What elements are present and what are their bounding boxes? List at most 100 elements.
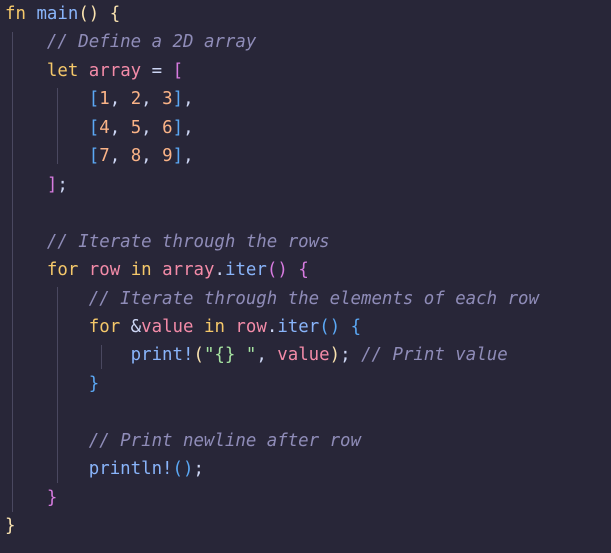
code-token: row xyxy=(235,316,267,337)
code-line[interactable]: } xyxy=(5,484,57,513)
code-editor[interactable]: fn main() { // Define a 2D array let arr… xyxy=(0,0,611,553)
code-line[interactable]: // Print newline after row xyxy=(5,427,361,456)
code-token: , xyxy=(141,89,163,110)
code-token: 2 xyxy=(130,89,142,110)
code-token: ; xyxy=(193,459,204,480)
code-token: . xyxy=(214,260,225,281)
code-token: ) xyxy=(329,345,341,366)
code-token: for xyxy=(88,316,121,337)
code-token: } xyxy=(88,373,100,394)
code-line[interactable]: println!(); xyxy=(5,455,204,484)
code-token: [ xyxy=(88,146,100,167)
code-token: 6 xyxy=(162,117,173,138)
code-token: & xyxy=(120,316,142,337)
code-token: ] xyxy=(172,146,184,167)
code-token: { xyxy=(298,260,309,281)
code-token: [ xyxy=(88,117,100,138)
code-token: , xyxy=(183,89,194,110)
code-token: ; xyxy=(57,174,68,195)
code-line[interactable]: for &value in row.iter() { xyxy=(5,313,361,342)
code-line[interactable]: fn main() { xyxy=(5,0,120,29)
code-line[interactable]: [1, 2, 3], xyxy=(5,85,194,114)
code-line[interactable]: // Iterate through the elements of each … xyxy=(5,285,539,314)
code-token: in xyxy=(130,260,152,281)
code-token: 8 xyxy=(130,146,142,167)
code-token: , xyxy=(141,146,163,167)
code-token: 1 xyxy=(99,89,110,110)
code-token: , xyxy=(183,117,194,138)
code-token: for xyxy=(46,260,79,281)
code-token: [ xyxy=(88,89,100,110)
code-token: // Print newline after row xyxy=(88,430,361,451)
code-line[interactable]: print!("{} ", value); // Print value xyxy=(5,341,508,370)
code-token: . xyxy=(266,316,278,337)
code-token: () xyxy=(319,316,341,337)
code-token: , xyxy=(109,117,131,138)
code-token: // Iterate through the rows xyxy=(46,231,330,252)
code-token: } xyxy=(5,516,16,537)
code-token: } xyxy=(46,487,58,508)
code-token: 4 xyxy=(99,117,110,138)
code-line[interactable]: for row in array.iter() { xyxy=(5,256,309,285)
code-token: ] xyxy=(46,174,58,195)
code-line[interactable]: } xyxy=(5,512,15,541)
code-line[interactable]: [7, 8, 9], xyxy=(5,142,194,171)
code-token: , xyxy=(183,146,194,167)
code-token: fn xyxy=(5,4,26,24)
code-token: , xyxy=(141,117,163,138)
code-token: ; xyxy=(340,345,351,366)
code-token: [ xyxy=(172,60,184,81)
code-line[interactable]: let array = [ xyxy=(5,57,183,86)
code-line[interactable]: } xyxy=(5,370,99,399)
code-token: ] xyxy=(172,117,184,138)
code-token: 9 xyxy=(162,146,173,167)
code-line[interactable]: // Define a 2D array xyxy=(5,28,256,57)
code-token: ] xyxy=(172,89,184,110)
code-token: iter xyxy=(277,316,320,337)
code-token: () xyxy=(78,4,100,24)
code-token: value xyxy=(141,316,194,337)
code-token: 3 xyxy=(162,89,173,110)
code-token: = xyxy=(141,60,173,81)
code-line[interactable]: [4, 5, 6], xyxy=(5,114,194,143)
code-token: , xyxy=(109,146,131,167)
code-token: { xyxy=(350,316,362,337)
code-line[interactable]: // Iterate through the rows xyxy=(5,228,330,257)
code-token: , xyxy=(109,89,131,110)
code-token: , xyxy=(256,345,278,366)
code-token: array xyxy=(162,260,215,281)
code-token: println! xyxy=(88,459,173,480)
code-line[interactable]: ]; xyxy=(5,171,68,200)
code-token: array xyxy=(88,60,142,81)
code-token: value xyxy=(277,345,330,366)
code-token: // Define a 2D array xyxy=(46,32,257,53)
code-token: () xyxy=(266,260,288,281)
code-token: main xyxy=(36,4,79,24)
code-token: in xyxy=(203,316,225,337)
code-token: iter xyxy=(224,260,267,281)
code-token: // Iterate through the elements of each … xyxy=(88,288,539,309)
